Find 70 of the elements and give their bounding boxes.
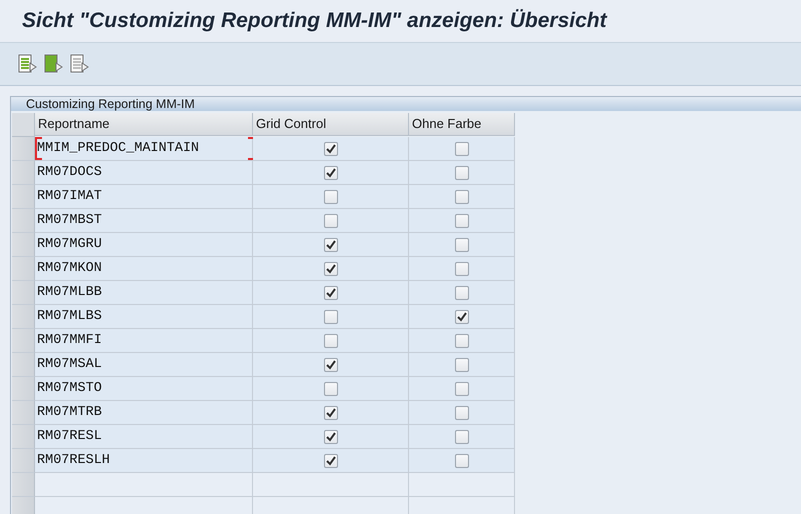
panel-title: Customizing Reporting MM-IM	[11, 97, 801, 111]
list-icon	[18, 54, 38, 74]
list-icon	[70, 54, 90, 74]
row-selector[interactable]	[12, 377, 35, 401]
column-header[interactable]: Grid Control	[253, 113, 409, 136]
checkbox[interactable]	[454, 142, 468, 156]
checkbox[interactable]	[454, 286, 468, 300]
checkbox[interactable]	[324, 358, 338, 372]
checkbox[interactable]	[324, 310, 338, 324]
row-selector[interactable]	[12, 473, 35, 497]
table-cell: RM07MSAL	[35, 353, 253, 377]
checkbox[interactable]	[454, 334, 468, 348]
checkbox[interactable]	[324, 406, 338, 420]
checkbox[interactable]	[454, 430, 468, 444]
checkbox[interactable]	[454, 166, 468, 180]
table-cell: RM07MLBB	[35, 281, 253, 305]
toolbar-button[interactable]	[70, 53, 90, 75]
checkbox[interactable]	[324, 142, 338, 156]
checkbox[interactable]	[324, 430, 338, 444]
checkbox[interactable]	[324, 334, 338, 348]
checkbox[interactable]	[454, 454, 468, 468]
row-selector[interactable]	[12, 137, 35, 161]
row-selector[interactable]	[12, 305, 35, 329]
checkbox[interactable]	[324, 454, 338, 468]
table-cell: MMIM_PREDOC_MAINTAIN	[35, 137, 253, 161]
row-selector[interactable]	[12, 353, 35, 377]
checkbox[interactable]	[454, 310, 468, 324]
table-cell: RM07MMFI	[35, 329, 253, 353]
checkbox[interactable]	[454, 190, 468, 204]
row-selector[interactable]	[12, 161, 35, 185]
checkbox[interactable]	[454, 358, 468, 372]
table-cell: RM07IMAT	[35, 185, 253, 209]
table-cell: RM07MLBS	[35, 305, 253, 329]
row-selector[interactable]	[12, 401, 35, 425]
table-cell: RM07DOCS	[35, 161, 253, 185]
row-selector[interactable]	[12, 449, 35, 473]
checkbox[interactable]	[454, 214, 468, 228]
table-cell: RM07MTRB	[35, 401, 253, 425]
checkbox[interactable]	[454, 238, 468, 252]
row-selector[interactable]	[12, 185, 35, 209]
row-selector[interactable]	[12, 329, 35, 353]
checkbox[interactable]	[324, 190, 338, 204]
table-cell: RM07MGRU	[35, 233, 253, 257]
checkbox[interactable]	[324, 262, 338, 276]
toolbar-button[interactable]	[44, 53, 64, 75]
row-selector[interactable]	[12, 281, 35, 305]
row-selector[interactable]	[12, 257, 35, 281]
table-cell: RM07MKON	[35, 257, 253, 281]
table-cell: RM07MBST	[35, 209, 253, 233]
toolbar-button[interactable]	[18, 53, 38, 75]
checkbox[interactable]	[454, 406, 468, 420]
row-selector[interactable]	[12, 233, 35, 257]
row-selector[interactable]	[12, 209, 35, 233]
checkbox[interactable]	[324, 166, 338, 180]
table-cell: RM07RESL	[35, 425, 253, 449]
window-title: Sicht "Customizing Reporting MM-IM" anzeigen: Übersicht	[22, 9, 607, 33]
checkbox[interactable]	[454, 262, 468, 276]
table-cell: RM07RESLH	[35, 449, 253, 473]
checkbox[interactable]	[454, 382, 468, 396]
checkbox[interactable]	[324, 238, 338, 252]
checkbox[interactable]	[324, 214, 338, 228]
row-selector[interactable]	[12, 425, 35, 449]
column-header[interactable]: Reportname	[35, 113, 253, 136]
checkbox[interactable]	[324, 286, 338, 300]
table-cell: RM07MSTO	[35, 377, 253, 401]
checkbox[interactable]	[324, 382, 338, 396]
column-header[interactable]: Ohne Farbe	[409, 113, 515, 136]
row-selector[interactable]	[12, 497, 35, 514]
list-icon	[44, 54, 64, 74]
select-all-button[interactable]	[12, 113, 35, 137]
